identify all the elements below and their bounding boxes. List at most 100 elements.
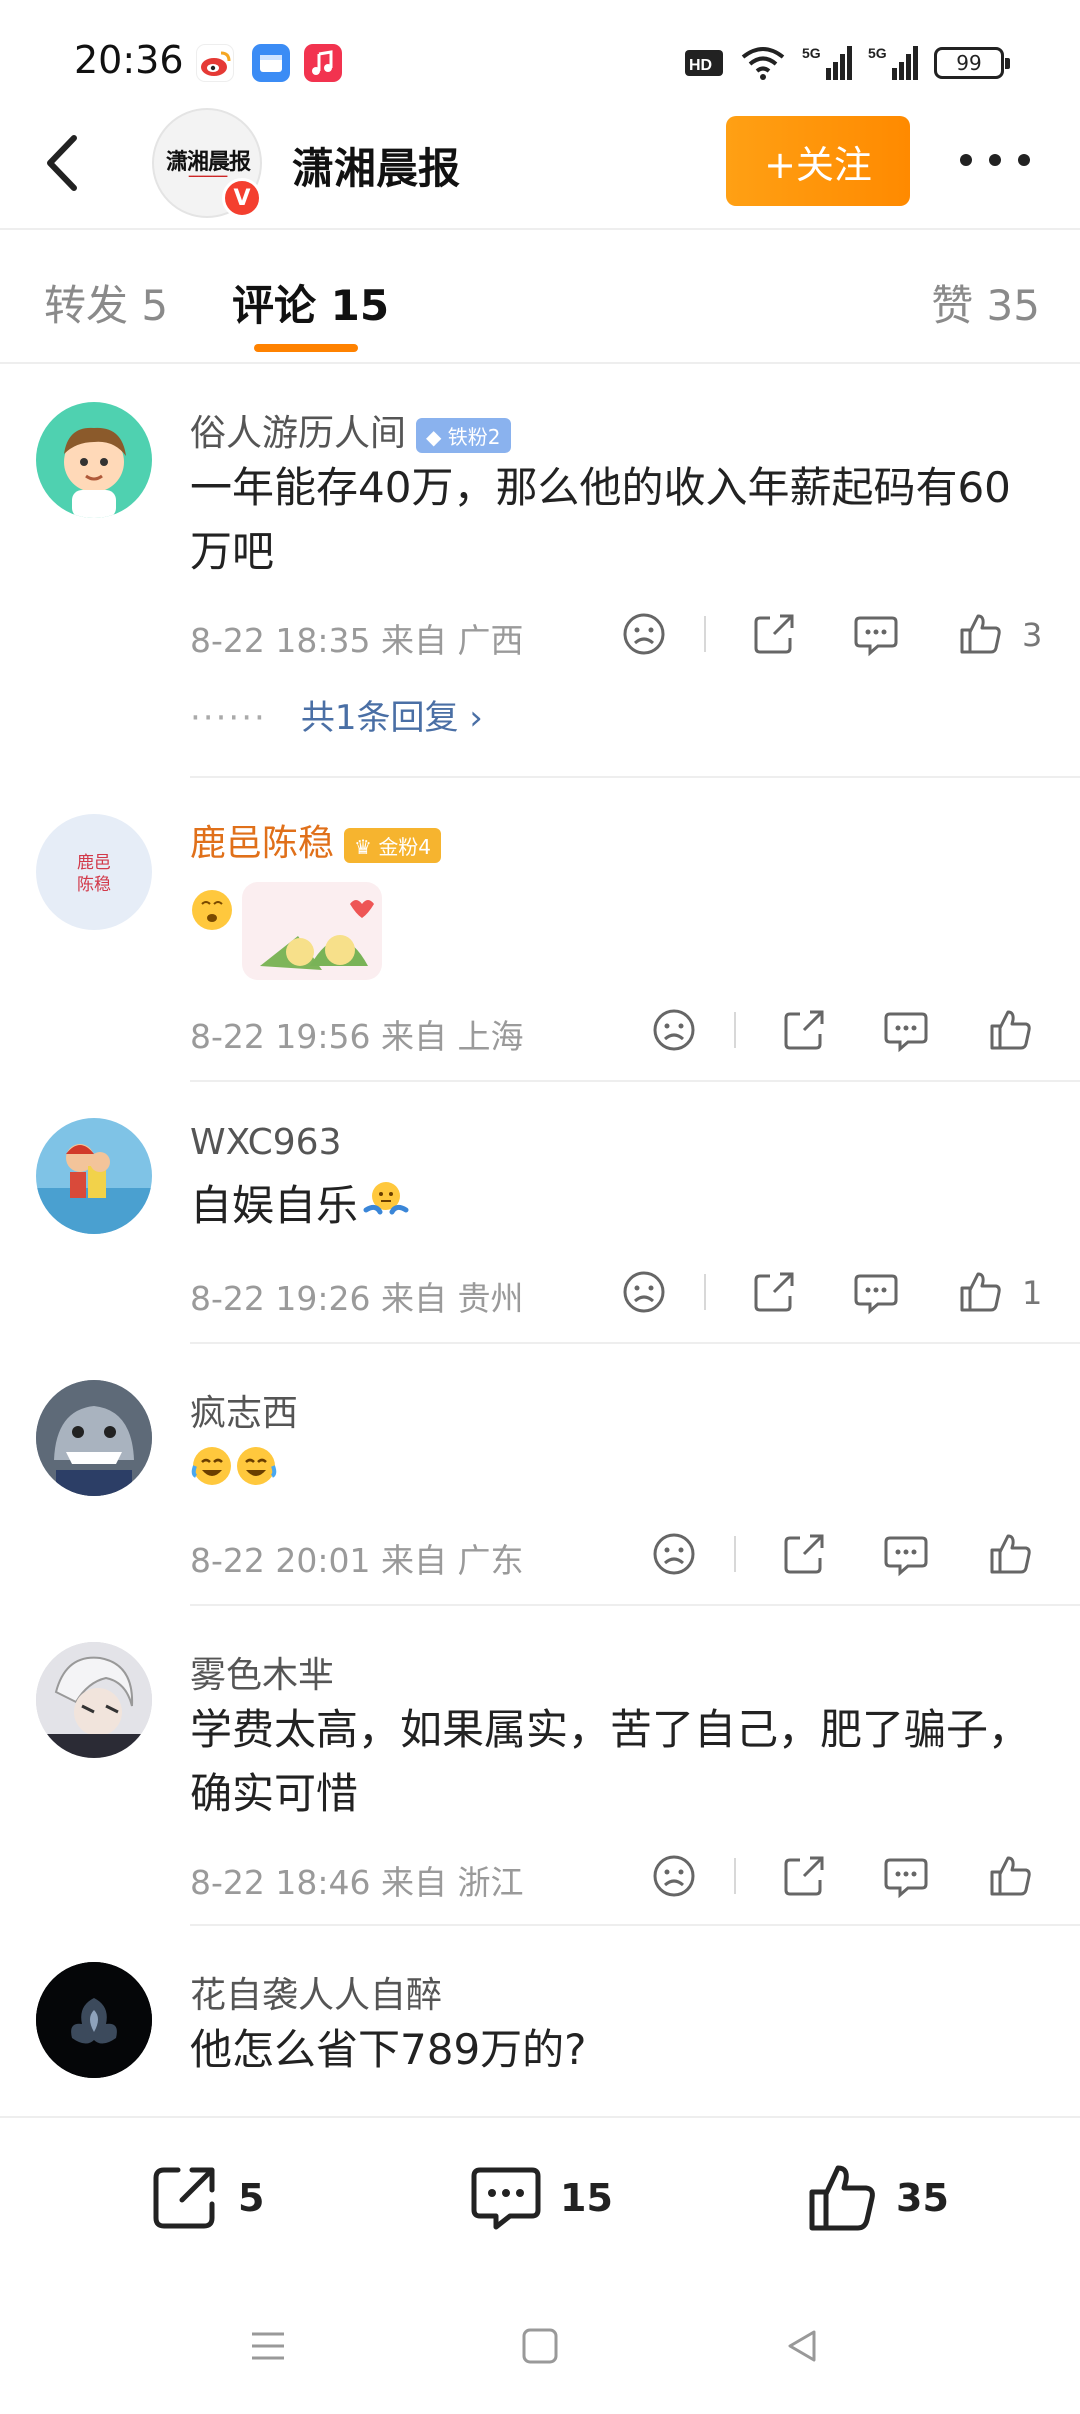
comment-icon xyxy=(884,1536,928,1577)
like-post-button[interactable]: 35 xyxy=(804,2160,949,2236)
avatar-label: 鹿邑 陈稳 xyxy=(77,853,111,895)
like-button[interactable] xyxy=(956,610,1004,658)
battery-icon: 99 xyxy=(934,47,1010,79)
back-button[interactable] xyxy=(30,128,100,198)
commenter-name-text: 俗人游历人间 xyxy=(190,413,407,454)
avatar[interactable] xyxy=(36,1962,152,2078)
menu-icon xyxy=(252,2332,284,2360)
tab-comments[interactable]: 评论 15 xyxy=(232,272,389,333)
files-app-icon xyxy=(252,44,290,82)
share-button[interactable] xyxy=(780,1006,828,1054)
reply-button[interactable] xyxy=(882,1006,930,1054)
tab-repost[interactable]: 转发 5 xyxy=(44,272,168,333)
like-button[interactable] xyxy=(986,1852,1034,1900)
action-separator xyxy=(734,1536,736,1572)
dot xyxy=(1018,154,1030,166)
view-replies-text: 共1条回复 › xyxy=(300,698,483,738)
reply-button[interactable] xyxy=(882,1530,930,1578)
share-button[interactable] xyxy=(750,610,798,658)
comment-icon xyxy=(854,1274,898,1315)
dislike-button[interactable] xyxy=(650,1006,698,1054)
share-icon xyxy=(754,614,794,654)
avatar[interactable] xyxy=(36,402,152,518)
more-options-button[interactable] xyxy=(960,140,1030,180)
home-button[interactable] xyxy=(514,2320,566,2372)
action-separator xyxy=(704,1274,706,1310)
comment-icon xyxy=(471,2167,541,2230)
account-name[interactable]: 潇湘晨报 xyxy=(292,135,460,196)
emoji-sticker xyxy=(190,874,390,984)
svg-text:5G: 5G xyxy=(802,45,821,61)
like-button[interactable] xyxy=(986,1006,1034,1054)
weibo-app-icon xyxy=(196,44,234,82)
comment-text: 自娱自乐 xyxy=(190,1174,1040,1242)
avatar[interactable] xyxy=(36,1380,152,1496)
thumbs-up-icon xyxy=(960,614,1001,654)
signal-5g-icon: 5G xyxy=(802,45,852,80)
avatar[interactable] xyxy=(36,1642,152,1758)
sad-face-icon xyxy=(623,1271,665,1313)
svg-text:HD: HD xyxy=(689,57,712,74)
bottom-action-bar: 5 15 35 xyxy=(0,2116,1080,2276)
comment-text-content: 自娱自乐 xyxy=(190,1181,359,1230)
avatar[interactable] xyxy=(36,1118,152,1234)
share-button[interactable] xyxy=(780,1852,828,1900)
thumbs-up-icon xyxy=(960,1272,1001,1312)
sad-face-icon xyxy=(653,1533,695,1575)
like-button[interactable] xyxy=(986,1530,1034,1578)
avatar[interactable]: 鹿邑 陈稳 xyxy=(36,814,152,930)
action-separator xyxy=(734,1858,736,1894)
like-count-total: 35 xyxy=(896,2176,949,2220)
like-count: 1 xyxy=(1022,1274,1043,1312)
dislike-button[interactable] xyxy=(650,1852,698,1900)
back-triangle-icon xyxy=(788,2330,816,2362)
thumbs-up-icon xyxy=(990,1534,1031,1574)
signal-5g-icon: 5G xyxy=(868,45,918,80)
action-separator xyxy=(704,616,706,652)
dislike-button[interactable] xyxy=(620,1268,668,1316)
comment-item: 俗人游历人间 ◆ 铁粉2 一年能存40万，那么他的收入年薪起码有60万吧 8-22… xyxy=(0,366,1080,778)
back-arrow-icon xyxy=(47,135,77,191)
follow-button[interactable]: +关注 xyxy=(726,116,910,206)
share-button[interactable] xyxy=(780,1530,828,1578)
share-button[interactable] xyxy=(750,1268,798,1316)
reply-button[interactable] xyxy=(852,1268,900,1316)
commenter-name[interactable]: 花自袭人人自醉 xyxy=(190,1966,442,2018)
repost-button[interactable]: 5 xyxy=(146,2160,264,2236)
back-nav-button[interactable] xyxy=(776,2320,828,2372)
thumbs-up-icon xyxy=(990,1856,1031,1896)
menu-button[interactable] xyxy=(242,2320,294,2372)
dot xyxy=(989,154,1001,166)
sad-face-icon xyxy=(623,613,665,655)
thumbs-up-icon xyxy=(809,2165,875,2231)
dislike-button[interactable] xyxy=(620,610,668,658)
like-button[interactable] xyxy=(956,1268,1004,1316)
tab-likes[interactable]: 赞 35 xyxy=(931,272,1040,333)
dislike-button[interactable] xyxy=(650,1530,698,1578)
sad-face-icon xyxy=(653,1009,695,1051)
shrug-emoji-icon xyxy=(362,1176,410,1242)
fan-badge-gold: ♛ 金粉4 xyxy=(344,827,442,863)
comment-item: 花自袭人人自醉 他怎么省下789万的? xyxy=(0,1926,1080,2116)
comment-meta: 8-22 18:46 来自 浙江 xyxy=(190,1863,524,1902)
comment-item: 雾色木芈 学费太高，如果属实，苦了自己，肥了骗子，确实可惜 8-22 18:46… xyxy=(0,1606,1080,1926)
reply-button[interactable] xyxy=(882,1852,930,1900)
svg-text:5G: 5G xyxy=(868,45,887,61)
reply-button[interactable] xyxy=(852,610,900,658)
status-time: 20:36 xyxy=(74,38,184,82)
comment-button[interactable]: 15 xyxy=(468,2160,613,2236)
commenter-name[interactable]: 俗人游历人间 ◆ 铁粉2 xyxy=(190,404,511,456)
hd-icon: HD xyxy=(685,50,723,76)
comment-meta: 8-22 20:01 来自 广东 xyxy=(190,1541,524,1580)
commenter-name[interactable]: 鹿邑陈稳 ♛ 金粉4 xyxy=(190,814,442,866)
view-replies-link[interactable]: ······ 共1条回复 › xyxy=(190,690,483,739)
battery-level: 99 xyxy=(956,51,982,75)
comment-meta: 8-22 19:56 来自 上海 xyxy=(190,1017,524,1056)
home-square-icon xyxy=(522,2328,558,2364)
comment-actions xyxy=(650,1852,1040,1902)
commenter-name[interactable]: WXC963 xyxy=(190,1122,342,1163)
commenter-name[interactable]: 雾色木芈 xyxy=(190,1646,334,1698)
comment-actions xyxy=(650,1530,1040,1580)
comment-meta: 8-22 19:26 来自 贵州 xyxy=(190,1279,524,1318)
commenter-name[interactable]: 疯志西 xyxy=(190,1384,298,1436)
